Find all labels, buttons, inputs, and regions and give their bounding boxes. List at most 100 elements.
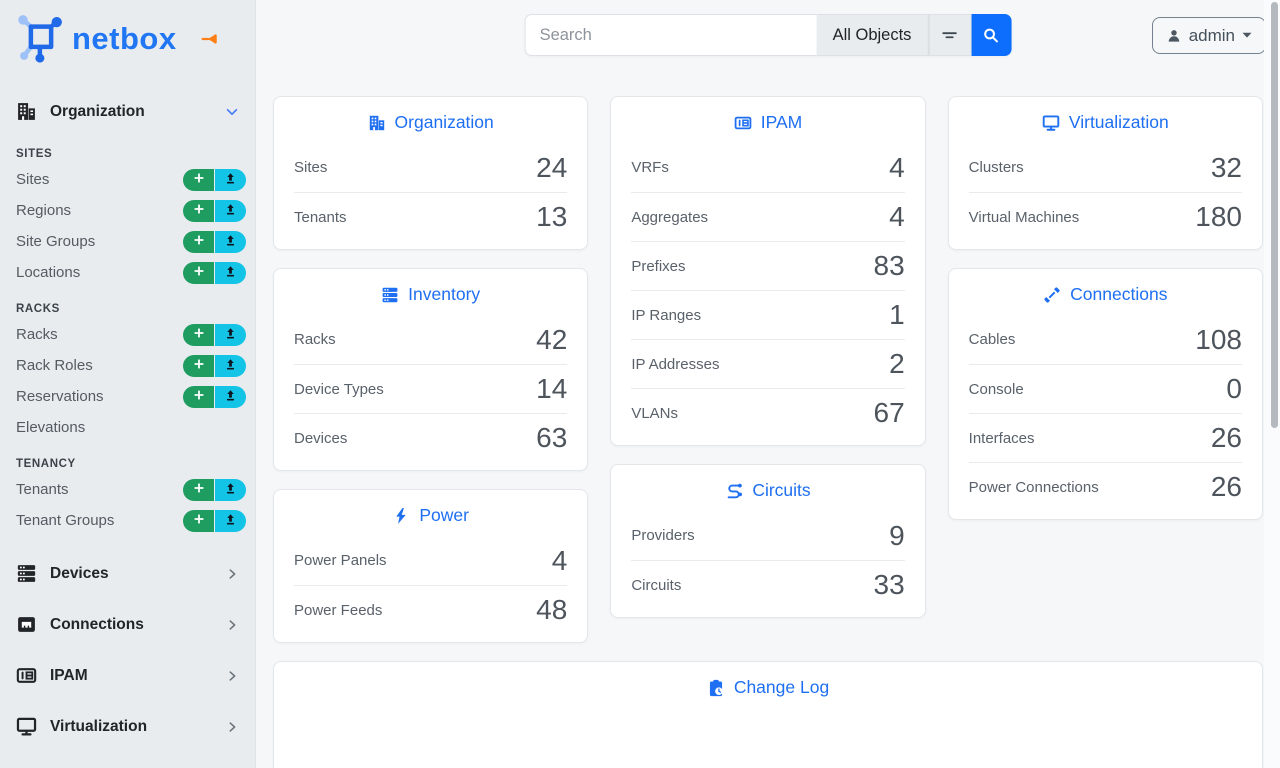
- card-title-organization[interactable]: Organization: [274, 97, 587, 141]
- stat-label[interactable]: IP Ranges: [631, 307, 701, 324]
- sidebar-item-label[interactable]: Sites: [16, 171, 49, 188]
- card-title-change-log[interactable]: Change Log: [274, 662, 1262, 706]
- sidebar-item-label[interactable]: Racks: [16, 326, 58, 343]
- import-button[interactable]: [215, 479, 246, 501]
- stat-label[interactable]: Console: [969, 381, 1024, 398]
- add-button[interactable]: [183, 479, 214, 501]
- stat-label[interactable]: Power Feeds: [294, 602, 382, 619]
- search-input[interactable]: [525, 14, 817, 56]
- import-button[interactable]: [215, 510, 246, 532]
- sidebar-group-virtualization[interactable]: Virtualization: [0, 701, 255, 752]
- stat-value[interactable]: 180: [1195, 200, 1242, 234]
- stat-label[interactable]: Cables: [969, 331, 1016, 348]
- add-button[interactable]: [183, 386, 214, 408]
- import-button[interactable]: [215, 324, 246, 346]
- stat-label[interactable]: Clusters: [969, 159, 1024, 176]
- user-menu-button[interactable]: admin: [1152, 17, 1266, 54]
- stat-value[interactable]: 1: [889, 298, 905, 332]
- stat-label[interactable]: Aggregates: [631, 209, 708, 226]
- stat-value[interactable]: 67: [874, 396, 905, 430]
- stat-value[interactable]: 48: [536, 593, 567, 627]
- stat-value[interactable]: 63: [536, 421, 567, 455]
- import-button[interactable]: [215, 386, 246, 408]
- card-row-tenants: Tenants 13: [294, 192, 567, 241]
- add-button[interactable]: [183, 355, 214, 377]
- search-submit-button[interactable]: [971, 14, 1011, 56]
- add-button[interactable]: [183, 169, 214, 191]
- stat-label[interactable]: Power Panels: [294, 552, 387, 569]
- card-title-connections[interactable]: Connections: [949, 269, 1262, 313]
- stat-value[interactable]: 4: [552, 544, 568, 578]
- stat-label[interactable]: Prefixes: [631, 258, 685, 275]
- stat-label[interactable]: Device Types: [294, 381, 384, 398]
- stat-value[interactable]: 26: [1211, 421, 1242, 455]
- stat-label[interactable]: Providers: [631, 527, 694, 544]
- stat-label[interactable]: Sites: [294, 159, 327, 176]
- card-title-inventory[interactable]: Inventory: [274, 269, 587, 313]
- add-button[interactable]: [183, 324, 214, 346]
- stat-label[interactable]: Circuits: [631, 577, 681, 594]
- stat-label[interactable]: Racks: [294, 331, 336, 348]
- stat-value[interactable]: 42: [536, 323, 567, 357]
- add-button[interactable]: [183, 231, 214, 253]
- stat-label[interactable]: Power Connections: [969, 479, 1099, 496]
- filter-icon: [941, 26, 959, 44]
- item-actions: [183, 169, 246, 191]
- sidebar-item-label[interactable]: Site Groups: [16, 233, 95, 250]
- add-button[interactable]: [183, 200, 214, 222]
- sidebar-group-organization[interactable]: Organization: [0, 90, 255, 133]
- stat-value[interactable]: 4: [889, 151, 905, 185]
- sidebar-item-label[interactable]: Locations: [16, 264, 80, 281]
- import-button[interactable]: [215, 355, 246, 377]
- sidebar-item-label[interactable]: Reservations: [16, 388, 104, 405]
- stat-label[interactable]: Interfaces: [969, 430, 1035, 447]
- stat-value[interactable]: 14: [536, 372, 567, 406]
- stat-value[interactable]: 24: [536, 151, 567, 185]
- add-button[interactable]: [183, 262, 214, 284]
- card-title-virtualization[interactable]: Virtualization: [949, 97, 1262, 141]
- stat-value[interactable]: 0: [1226, 372, 1242, 406]
- stat-value[interactable]: 33: [874, 568, 905, 602]
- sidebar-group-connections[interactable]: Connections: [0, 599, 255, 650]
- stat-value[interactable]: 83: [874, 249, 905, 283]
- sidebar-group-devices[interactable]: Devices: [0, 548, 255, 599]
- stat-label[interactable]: Devices: [294, 430, 347, 447]
- card-title-circuits[interactable]: Circuits: [611, 465, 924, 509]
- object-type-button[interactable]: All Objects: [817, 14, 929, 56]
- sidebar-item-label[interactable]: Tenants: [16, 481, 69, 498]
- sidebar-item-label[interactable]: Rack Roles: [16, 357, 93, 374]
- import-button[interactable]: [215, 200, 246, 222]
- stat-value[interactable]: 4: [889, 200, 905, 234]
- sidebar-section-title: TENANCY: [16, 458, 239, 470]
- sidebar-item-label[interactable]: Regions: [16, 202, 71, 219]
- stat-label[interactable]: IP Addresses: [631, 356, 719, 373]
- sidebar-item-label[interactable]: Elevations: [16, 419, 85, 436]
- sidebar-item-sites: Sites: [0, 164, 255, 195]
- item-actions: [183, 231, 246, 253]
- stat-label[interactable]: VRFs: [631, 159, 669, 176]
- stat-label[interactable]: VLANs: [631, 405, 678, 422]
- import-button[interactable]: [215, 169, 246, 191]
- stat-value[interactable]: 26: [1211, 470, 1242, 504]
- stat-value[interactable]: 13: [536, 200, 567, 234]
- stat-value[interactable]: 108: [1195, 323, 1242, 357]
- pin-sidebar-icon[interactable]: [201, 30, 219, 48]
- filter-button[interactable]: [928, 14, 971, 56]
- plus-icon: [193, 170, 205, 190]
- stat-label[interactable]: Virtual Machines: [969, 209, 1080, 226]
- stat-value[interactable]: 2: [889, 347, 905, 381]
- sidebar-group-ipam[interactable]: IPAM: [0, 650, 255, 701]
- card-title-ipam[interactable]: IPAM: [611, 97, 924, 141]
- stat-value[interactable]: 32: [1211, 151, 1242, 185]
- import-button[interactable]: [215, 262, 246, 284]
- card-title-label: Change Log: [734, 677, 829, 698]
- scrollbar-thumb[interactable]: [1271, 2, 1278, 428]
- card-title-power[interactable]: Power: [274, 490, 587, 534]
- sidebar-item-label[interactable]: Tenant Groups: [16, 512, 114, 529]
- stat-value[interactable]: 9: [889, 519, 905, 553]
- logo-row[interactable]: netbox: [0, 0, 255, 76]
- import-button[interactable]: [215, 231, 246, 253]
- page-scrollbar[interactable]: [1264, 0, 1280, 768]
- stat-label[interactable]: Tenants: [294, 209, 347, 226]
- add-button[interactable]: [183, 510, 214, 532]
